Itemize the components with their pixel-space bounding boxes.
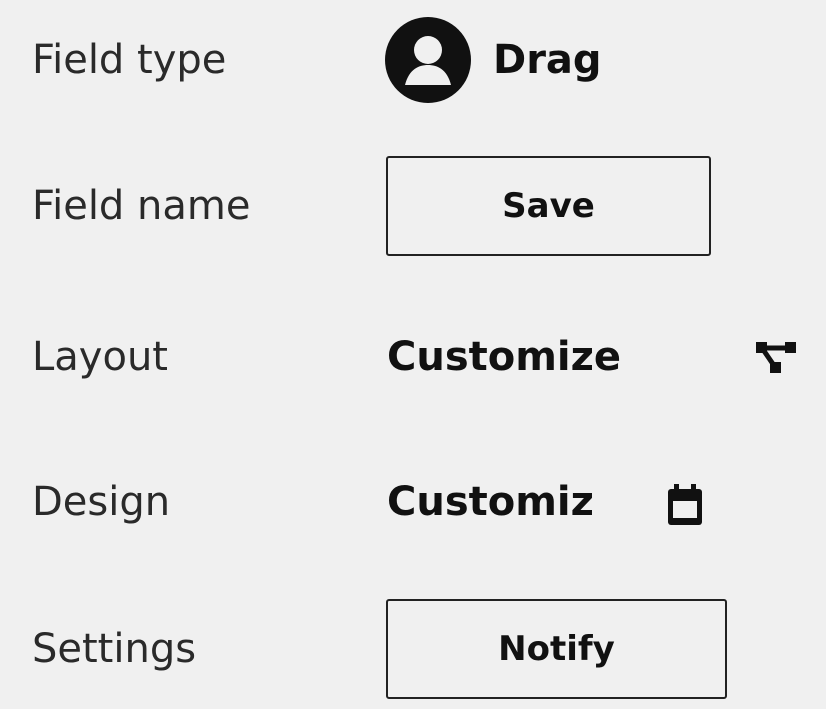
share-nodes-icon[interactable] [754,340,800,376]
field-type-label: Field type [32,37,227,83]
design-label: Design [32,479,171,525]
save-button[interactable]: Save [386,156,711,256]
layout-label: Layout [32,334,168,380]
field-type-value: Drag [493,37,602,83]
user-avatar-icon [385,17,471,103]
settings-label: Settings [32,626,197,672]
calendar-icon[interactable] [666,483,704,527]
field-name-label: Field name [32,183,251,229]
design-value: Customiz [387,479,594,525]
layout-value: Customize [387,334,622,380]
notify-button[interactable]: Notify [386,599,727,699]
